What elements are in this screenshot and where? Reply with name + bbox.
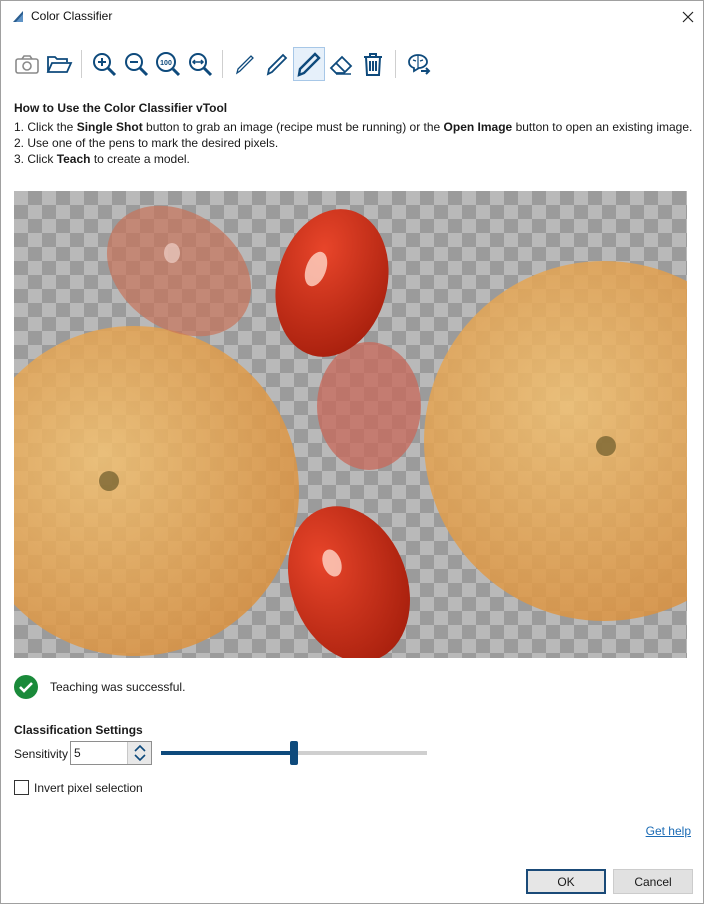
get-help-link[interactable]: Get help (646, 824, 691, 838)
instructions: How to Use the Color Classifier vTool 1.… (14, 100, 694, 167)
zoom-out-icon (125, 53, 149, 77)
window-title: Color Classifier (31, 9, 113, 23)
pen-thin-button[interactable] (229, 47, 261, 81)
toolbar-separator (81, 50, 82, 78)
invert-selection-option[interactable]: Invert pixel selection (14, 780, 143, 795)
sensitivity-label: Sensitivity (14, 747, 69, 761)
pen-thick-icon (297, 52, 321, 77)
status-text: Teaching was successful. (50, 680, 186, 694)
step-1-single-shot: Single Shot (76, 120, 143, 134)
teach-button[interactable] (402, 47, 434, 81)
step-1-text: 1. Click the (14, 120, 77, 134)
instruction-step-2: 2. Use one of the pens to mark the desir… (14, 136, 279, 150)
zoom-out-button[interactable] (120, 47, 152, 81)
title-bar: Color Classifier (1, 1, 703, 32)
zoom-in-icon (93, 53, 117, 77)
trash-icon (364, 53, 382, 76)
classified-image (14, 191, 687, 658)
slider-thumb[interactable] (290, 741, 298, 765)
slider-fill (161, 751, 294, 755)
pen-thin-icon (235, 55, 254, 75)
pen-medium-button[interactable] (261, 47, 293, 81)
close-icon (682, 11, 694, 22)
instruction-step-1: 1. Click the Single Shot button to grab … (14, 119, 694, 135)
toolbar-separator (395, 50, 396, 78)
step-1-text-2: button to grab an image (recipe must be … (142, 120, 444, 134)
zoom-in-button[interactable] (88, 47, 120, 81)
toolbar-separator (222, 50, 223, 78)
invert-checkbox[interactable] (14, 780, 29, 795)
classification-settings-title: Classification Settings (14, 723, 143, 737)
up-down-arrows-icon (133, 744, 146, 762)
close-button[interactable] (673, 1, 703, 32)
pen-medium-icon (266, 53, 288, 76)
zoom-fit-button[interactable] (184, 47, 216, 81)
pen-thick-button[interactable] (293, 47, 325, 81)
color-classifier-dialog: Color Classifier 100 How to Use the Colo… (0, 0, 704, 904)
image-canvas[interactable] (14, 191, 687, 658)
invert-label: Invert pixel selection (34, 780, 143, 795)
zoom-100-icon: 100 (156, 52, 181, 77)
folder-open-icon (46, 56, 73, 73)
cancel-button[interactable]: Cancel (613, 869, 693, 894)
spin-arrows[interactable] (127, 742, 151, 764)
sensitivity-slider[interactable] (161, 741, 427, 765)
ok-button[interactable]: OK (526, 869, 606, 894)
sensitivity-value[interactable]: 5 (71, 742, 127, 764)
clear-button[interactable] (357, 47, 389, 81)
instructions-title: How to Use the Color Classifier vTool (14, 101, 228, 115)
step-1-text-3: button to open an existing image. (512, 120, 693, 134)
app-icon (13, 11, 23, 22)
zoom-100-text: 100 (160, 60, 172, 67)
toolbar: 100 (11, 46, 434, 82)
check-circle-icon (14, 675, 38, 699)
teach-icon (408, 54, 431, 75)
step-3-text: 3. Click (14, 152, 57, 166)
status-message: Teaching was successful. (14, 675, 185, 699)
sensitivity-spinbox[interactable]: 5 (70, 741, 152, 765)
eraser-button[interactable] (325, 47, 357, 81)
step-3-text-2: to create a model. (90, 152, 190, 166)
open-image-button[interactable] (43, 47, 75, 81)
eraser-icon (329, 55, 353, 75)
single-shot-button[interactable] (11, 47, 43, 81)
zoom-fit-icon (189, 53, 213, 77)
zoom-100-button[interactable]: 100 (152, 47, 184, 81)
camera-icon (15, 55, 39, 74)
instruction-step-3: 3. Click Teach to create a model. (14, 151, 694, 167)
step-3-teach: Teach (56, 152, 91, 166)
step-1-open-image: Open Image (443, 120, 513, 134)
